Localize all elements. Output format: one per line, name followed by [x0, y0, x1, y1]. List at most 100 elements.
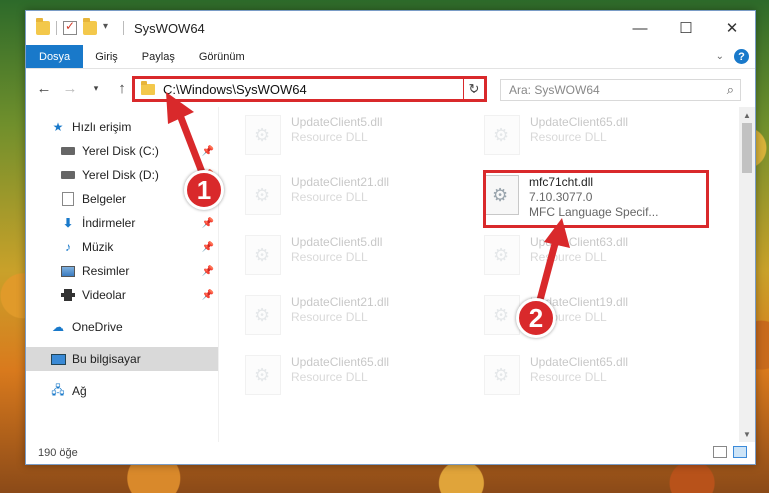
expand-ribbon-icon[interactable]: ⌄: [716, 51, 724, 62]
sidebar-item-local-disk-c[interactable]: Yerel Disk (C:) 📌: [26, 139, 218, 163]
file-name: UpdateClient5.dll: [291, 235, 383, 249]
file-type: Resource DLL: [530, 130, 607, 144]
file-type: Resource DLL: [530, 250, 607, 264]
pin-icon[interactable]: 📌: [202, 242, 214, 253]
sidebar-item-this-pc[interactable]: Bu bilgisayar: [26, 347, 218, 371]
file-tile[interactable]: UpdateClient21.dllResource DLL: [233, 289, 463, 341]
search-icon: ⌕: [726, 82, 734, 97]
sidebar-item-label: Hızlı erişim: [72, 120, 132, 134]
properties-icon[interactable]: [63, 19, 77, 35]
file-type: Resource DLL: [291, 250, 368, 264]
sidebar-item-downloads[interactable]: ⬇ İndirmeler 📌: [26, 211, 218, 235]
file-list: UpdateClient5.dllResource DLL UpdateClie…: [219, 107, 755, 442]
sidebar-item-quick-access[interactable]: ★ Hızlı erişim: [26, 115, 218, 139]
status-bar: 190 öğe: [26, 442, 755, 464]
folder-icon: [141, 80, 155, 95]
file-tile[interactable]: UpdateClient5.dllResource DLL: [233, 229, 463, 281]
step-1-badge: 1: [184, 170, 224, 210]
vertical-scrollbar[interactable]: ▲ ▼: [739, 107, 755, 442]
scroll-up-icon[interactable]: ▲: [739, 107, 755, 123]
address-bar[interactable]: C:\Windows\SysWOW64 ⌄: [132, 76, 487, 102]
file-tile[interactable]: UpdateClient19.dllResource DLL: [472, 289, 702, 341]
new-folder-icon[interactable]: [83, 18, 97, 35]
up-button[interactable]: ↑: [110, 76, 134, 100]
search-input[interactable]: Ara: SysWOW64 ⌕: [500, 79, 741, 101]
quick-access-toolbar: ▾: [26, 18, 124, 35]
minimize-button[interactable]: —: [617, 11, 663, 45]
address-path[interactable]: C:\Windows\SysWOW64: [163, 82, 464, 97]
file-type: Resource DLL: [530, 370, 607, 384]
document-icon: [60, 192, 76, 206]
step-2-badge: 2: [516, 298, 556, 338]
tab-share[interactable]: Paylaş: [130, 45, 187, 68]
file-tile[interactable]: UpdateClient65.dllResource DLL: [233, 349, 463, 401]
recent-locations-button[interactable]: ▾: [84, 76, 108, 100]
title-bar: ▾ SysWOW64 — ☐ ✕: [26, 11, 755, 45]
picture-icon: [60, 264, 76, 278]
file-name: UpdateClient21.dll: [291, 295, 390, 309]
divider: [123, 21, 124, 35]
help-icon[interactable]: ?: [734, 49, 749, 64]
forward-button[interactable]: →: [58, 76, 82, 100]
sidebar-item-network[interactable]: 🖧 Ağ: [26, 379, 218, 403]
star-icon: ★: [52, 120, 64, 134]
pin-icon[interactable]: 📌: [202, 266, 214, 277]
pin-icon[interactable]: 📌: [202, 290, 214, 301]
sidebar-item-label: Yerel Disk (C:): [82, 144, 159, 158]
window-title: SysWOW64: [134, 20, 205, 36]
file-type: Resource DLL: [291, 190, 368, 204]
navigation-pane: ★ Hızlı erişim Yerel Disk (C:) 📌 Yerel D…: [26, 107, 219, 442]
pin-icon[interactable]: 📌: [202, 146, 214, 157]
file-tile[interactable]: UpdateClient63.dllResource DLL: [472, 229, 702, 281]
scroll-down-icon[interactable]: ▼: [739, 426, 755, 442]
file-tile[interactable]: UpdateClient5.dllResource DLL: [233, 109, 463, 161]
navigation-bar: ← → ▾ ↑ C:\Windows\SysWOW64 ⌄ ↻ Ara: Sys…: [26, 69, 755, 107]
network-icon: 🖧: [51, 382, 65, 397]
dll-file-icon: [484, 295, 520, 335]
ribbon-right: ⌄ ?: [716, 49, 749, 64]
dll-file-icon: [245, 355, 281, 395]
sidebar-item-pictures[interactable]: Resimler 📌: [26, 259, 218, 283]
sidebar-item-label: Resimler: [82, 264, 130, 278]
view-switcher: [713, 446, 747, 458]
file-name: UpdateClient21.dll: [291, 175, 390, 189]
sidebar-item-label: Belgeler: [82, 192, 127, 206]
sidebar-item-label: Videolar: [82, 288, 126, 302]
sidebar-item-label: Yerel Disk (D:): [82, 168, 159, 182]
dll-file-icon: [484, 235, 520, 275]
file-tile[interactable]: UpdateClient65.dllResource DLL: [472, 109, 702, 161]
dll-file-icon: [245, 235, 281, 275]
sidebar-item-videos[interactable]: Videolar 📌: [26, 283, 218, 307]
file-tile[interactable]: UpdateClient21.dllResource DLL: [233, 169, 463, 221]
file-name: UpdateClient5.dll: [291, 115, 383, 129]
refresh-button[interactable]: ↻: [463, 76, 487, 102]
disk-icon: [60, 168, 76, 182]
file-name: UpdateClient63.dll: [530, 235, 629, 249]
music-icon: ♪: [65, 240, 71, 254]
tab-home[interactable]: Giriş: [83, 45, 130, 68]
details-view-icon[interactable]: [713, 446, 727, 458]
scroll-thumb[interactable]: [742, 123, 752, 173]
tiles-view-icon[interactable]: [733, 446, 747, 458]
computer-icon: [50, 352, 66, 366]
ribbon-tabs: Dosya Giriş Paylaş Görünüm ⌄ ?: [26, 45, 755, 69]
file-type: Resource DLL: [291, 370, 368, 384]
download-icon: ⬇: [62, 216, 74, 230]
sidebar-item-label: OneDrive: [72, 320, 123, 334]
sidebar-item-onedrive[interactable]: ☁ OneDrive: [26, 315, 218, 339]
folder-icon: [36, 18, 50, 35]
customize-toolbar-icon[interactable]: ▾: [103, 21, 117, 35]
dll-file-icon: [245, 295, 281, 335]
close-button[interactable]: ✕: [709, 11, 755, 45]
tab-view[interactable]: Görünüm: [187, 45, 257, 68]
back-button[interactable]: ←: [32, 76, 56, 100]
file-tile[interactable]: UpdateClient65.dllResource DLL: [472, 349, 702, 401]
sidebar-item-label: Bu bilgisayar: [72, 352, 141, 366]
tab-file[interactable]: Dosya: [26, 45, 84, 68]
maximize-button[interactable]: ☐: [663, 11, 709, 45]
divider: [56, 21, 57, 35]
sidebar-item-music[interactable]: ♪ Müzik 📌: [26, 235, 218, 259]
pin-icon[interactable]: 📌: [202, 218, 214, 229]
file-type: Resource DLL: [291, 310, 368, 324]
dll-file-icon: [484, 355, 520, 395]
